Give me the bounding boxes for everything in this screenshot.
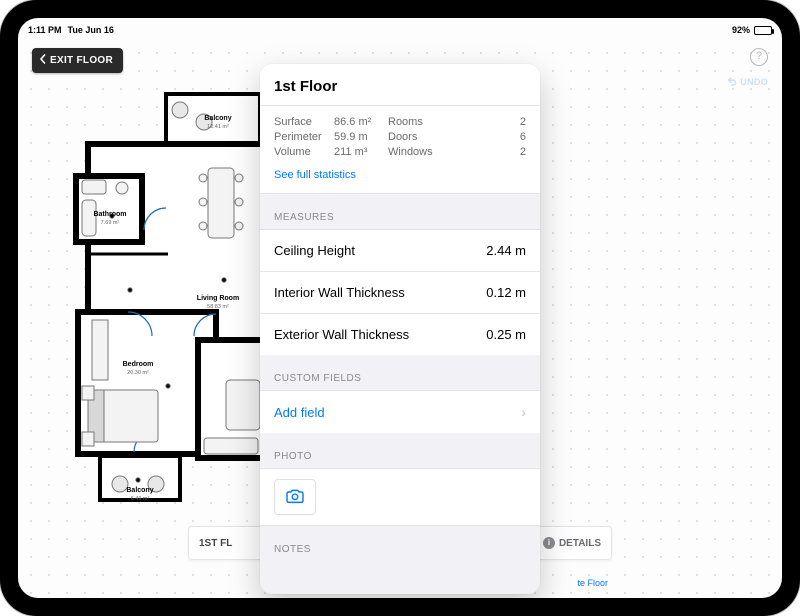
add-field-button[interactable]: Add field ›: [260, 390, 540, 433]
room-label-bedroom: Bedroom: [123, 361, 154, 368]
panel-stats: Surface 86.6 m² Rooms 2 Perimeter 59.9 m…: [260, 106, 540, 194]
undo-icon: [727, 76, 737, 88]
stat-rooms: 2: [444, 116, 526, 128]
interior-wall-value: 0.12 m: [486, 285, 526, 300]
stat-volume: 211 m³: [334, 146, 388, 158]
svg-text:58.83 m²: 58.83 m²: [207, 304, 229, 310]
photo-header: PHOTO: [260, 433, 540, 468]
measures-header: MEASURES: [260, 194, 540, 229]
help-icon: ?: [756, 50, 762, 62]
svg-text:7.69 m²: 7.69 m²: [101, 220, 120, 226]
room-label-balcony-top: Balcony: [204, 115, 231, 122]
undo-button[interactable]: UNDO: [727, 76, 768, 88]
add-photo-button[interactable]: [274, 479, 316, 515]
status-bar: 1:11 PM Tue Jun 16 92%: [18, 22, 782, 38]
ipad-frame: 1:11 PM Tue Jun 16 92% EXIT FLOOR ?: [0, 0, 800, 616]
details-label: DETAILS: [559, 538, 601, 549]
row-interior-wall[interactable]: Interior Wall Thickness 0.12 m: [260, 271, 540, 313]
stat-doors: 6: [444, 131, 526, 143]
notes-header: NOTES: [260, 526, 540, 561]
screen: 1:11 PM Tue Jun 16 92% EXIT FLOOR ?: [18, 18, 782, 598]
status-time: 1:11 PM: [28, 25, 62, 35]
stat-surface: 86.6 m²: [334, 116, 388, 128]
status-date: Tue Jun 16: [68, 25, 114, 35]
floorplan-canvas[interactable]: Balcony 12.41 m² Bathroom 7.69 m² Living…: [48, 90, 288, 510]
help-button[interactable]: ?: [750, 48, 768, 66]
custom-fields-header: CUSTOM FIELDS: [260, 355, 540, 390]
camera-icon: [285, 488, 305, 507]
see-full-stats-link[interactable]: See full statistics: [274, 161, 526, 191]
duplicate-floor-button[interactable]: te Floor: [577, 578, 608, 588]
chevron-right-icon: ›: [521, 404, 526, 420]
info-icon: i: [543, 537, 555, 549]
svg-text:20.30 m²: 20.30 m²: [127, 370, 149, 376]
exterior-wall-value: 0.25 m: [486, 327, 526, 342]
details-button[interactable]: i DETAILS: [543, 537, 601, 549]
stat-perimeter: 59.9 m: [334, 131, 388, 143]
row-ceiling-height[interactable]: Ceiling Height 2.44 m: [260, 229, 540, 271]
svg-text:6.49 m²: 6.49 m²: [131, 496, 150, 502]
stat-windows: 2: [444, 146, 526, 158]
row-exterior-wall[interactable]: Exterior Wall Thickness 0.25 m: [260, 313, 540, 355]
ceiling-height-value: 2.44 m: [486, 243, 526, 258]
floor-details-panel: 1st Floor Surface 86.6 m² Rooms 2 Perime…: [260, 64, 540, 594]
svg-text:12.41 m²: 12.41 m²: [207, 124, 229, 130]
battery-icon: [754, 26, 772, 35]
exit-floor-button[interactable]: EXIT FLOOR: [32, 48, 123, 73]
panel-title: 1st Floor: [260, 64, 540, 106]
room-label-balcony-bot: Balcony: [126, 487, 153, 494]
battery-pct: 92%: [732, 25, 750, 35]
room-label-living: Living Room: [197, 295, 239, 302]
undo-label: UNDO: [740, 77, 768, 87]
exit-floor-label: EXIT FLOOR: [50, 55, 113, 66]
room-label-bathroom: Bathroom: [93, 211, 126, 218]
chevron-left-icon: [38, 54, 48, 67]
